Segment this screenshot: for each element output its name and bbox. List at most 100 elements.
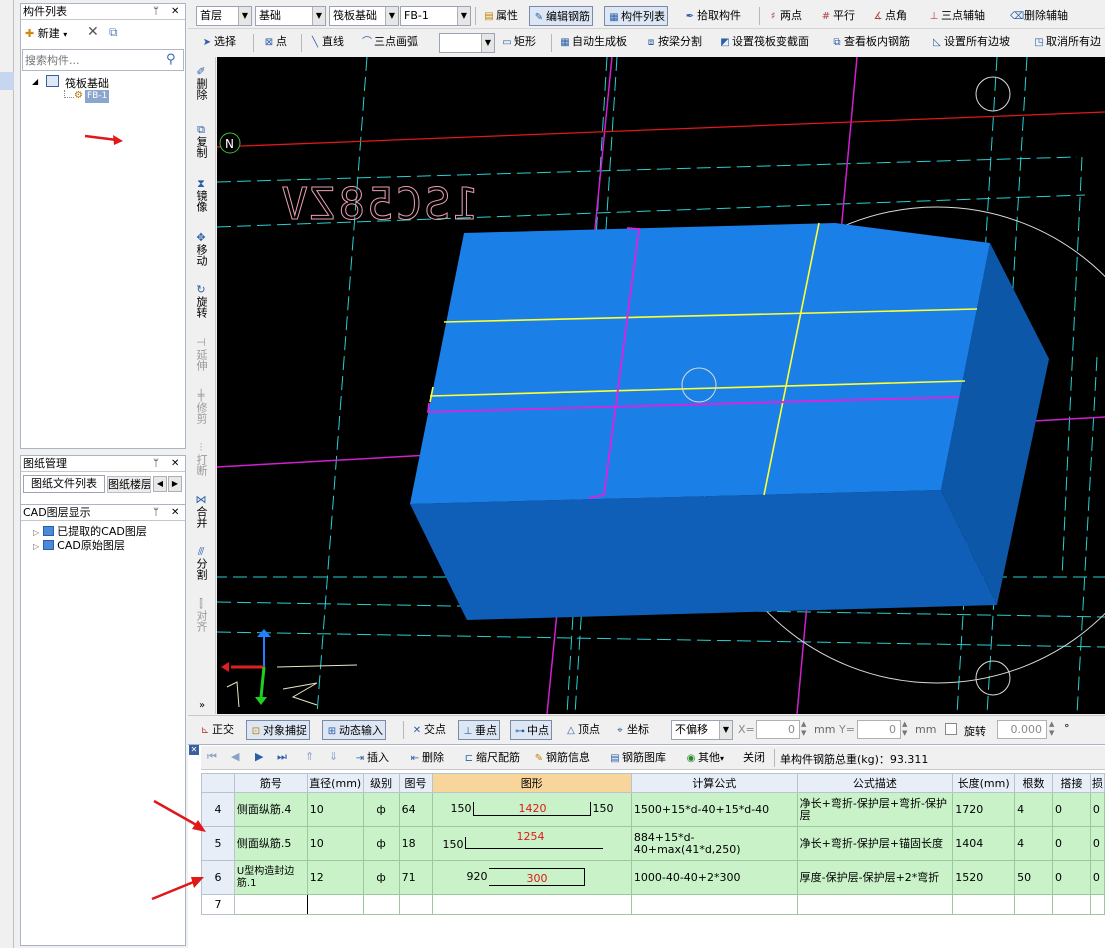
cell-formula[interactable]: 1000-40-40+2*300: [630, 860, 798, 895]
cell-loss[interactable]: 0: [1089, 792, 1105, 827]
copy-component-icon[interactable]: ⧉: [109, 25, 118, 40]
chevron-down-icon[interactable]: ▼: [312, 7, 325, 25]
pin-icon[interactable]: ᛘ: [153, 456, 159, 472]
parallel-axis-button[interactable]: # 平行: [817, 6, 857, 26]
perpendicular-snap[interactable]: ⊥ 垂点: [458, 720, 500, 740]
cell-lap[interactable]: 0: [1052, 860, 1091, 895]
intersection-snap[interactable]: ✕ 交点: [408, 720, 448, 740]
cell-loss[interactable]: 0: [1089, 860, 1105, 895]
rotate-checkbox[interactable]: [945, 723, 957, 735]
cell-loss[interactable]: [1089, 894, 1105, 915]
rotation-handle-bottom[interactable]: [975, 660, 1011, 696]
y-spinner-icon[interactable]: ▲ ▼: [902, 720, 907, 738]
search-icon[interactable]: ⚲: [166, 52, 176, 67]
cell-formula[interactable]: 1500+15*d-40+15*d-40: [630, 792, 798, 827]
table-row[interactable]: 7: [201, 894, 1105, 915]
first-record-icon[interactable]: ⏮: [207, 750, 217, 764]
cell-figure-no[interactable]: 71: [398, 860, 433, 895]
set-section-button[interactable]: ◩ 设置筏板变截面: [716, 32, 811, 52]
cell-formula[interactable]: [630, 894, 798, 915]
split-by-beam-button[interactable]: ⧈ 按梁分割: [642, 32, 704, 52]
object-snap-toggle[interactable]: ⊡ 对象捕捉: [246, 720, 310, 740]
side-tool-extend[interactable]: ⊣ 延伸: [190, 337, 212, 374]
cell-grade[interactable]: ф: [362, 860, 400, 895]
cell-length[interactable]: 1520: [952, 860, 1016, 895]
insert-row-button[interactable]: ⇥ 插入: [351, 748, 391, 768]
tree-child-fb1[interactable]: FB-1: [85, 90, 110, 103]
cell-grade[interactable]: [362, 894, 400, 915]
edit-rebar-button[interactable]: ✎ 编辑钢筋: [529, 6, 593, 26]
midpoint-snap[interactable]: ⊶ 中点: [510, 720, 552, 740]
slab-front-face[interactable]: [410, 490, 997, 620]
cell-shape[interactable]: 920 300: [431, 860, 632, 895]
layer-item-extracted[interactable]: ▷ 已提取的CAD图层: [33, 523, 147, 538]
expand-icon[interactable]: ▷: [33, 528, 39, 537]
cancel-slopes-button[interactable]: ◳ 取消所有边: [1030, 32, 1103, 52]
header-length[interactable]: 长度(mm): [952, 773, 1016, 793]
table-row[interactable]: 4 侧面纵筋.4 10 ф 64 150 1420 150 1500+15*d-…: [201, 792, 1105, 827]
side-tool-rotate[interactable]: ↻ 旋转: [190, 284, 212, 321]
close-rebar-button[interactable]: 关闭: [741, 748, 767, 768]
tab-scroll-right-icon[interactable]: ▶: [168, 476, 182, 492]
type-select[interactable]: 筏板基础 ▼: [329, 6, 399, 26]
cell-shape[interactable]: [431, 894, 632, 915]
attributes-button[interactable]: ▤ 属性: [480, 6, 520, 26]
cell-grade[interactable]: ф: [362, 792, 400, 827]
cell-diameter[interactable]: 10: [306, 826, 364, 861]
table-row[interactable]: 5 侧面纵筋.5 10 ф 18 150 1254 884+15*d-40+ma…: [201, 826, 1105, 861]
draw-arc-button[interactable]: ⌒ 三点画弧: [358, 32, 420, 52]
x-spinner-icon[interactable]: ▲ ▼: [801, 720, 806, 738]
rotate-spinner-icon[interactable]: ▲ ▼: [1049, 720, 1054, 738]
cell-lap[interactable]: [1052, 894, 1091, 915]
header-formula[interactable]: 计算公式: [630, 773, 798, 793]
cell-count[interactable]: 50: [1014, 860, 1054, 895]
cell-diameter[interactable]: [306, 894, 364, 915]
cell-name[interactable]: [233, 894, 308, 915]
last-record-icon[interactable]: ⏭: [277, 750, 287, 764]
auto-generate-button[interactable]: ▦ 自动生成板: [556, 32, 629, 52]
delete-row-button[interactable]: ⇤ 删除: [406, 748, 446, 768]
close-icon[interactable]: ✕: [171, 4, 179, 20]
cell-length[interactable]: [952, 894, 1016, 915]
slab-top-face[interactable]: [410, 223, 990, 504]
cell-grade[interactable]: ф: [362, 826, 400, 861]
cell-name[interactable]: 侧面纵筋.4: [233, 792, 308, 827]
chevron-down-icon[interactable]: ▼: [719, 721, 732, 739]
cell-shape[interactable]: 150 1420 150: [431, 792, 632, 827]
side-tool-trim[interactable]: ╪ 修剪: [190, 390, 212, 427]
header-grade[interactable]: 级别: [362, 773, 400, 793]
side-tool-merge[interactable]: ⋈ 合并: [190, 494, 212, 531]
floor-select[interactable]: 首层 ▼: [196, 6, 252, 26]
close-icon[interactable]: ✕: [171, 505, 179, 521]
cell-lap[interactable]: 0: [1052, 826, 1091, 861]
cell-count[interactable]: 4: [1014, 826, 1054, 861]
header-lap[interactable]: 搭接: [1052, 773, 1091, 793]
side-tool-break[interactable]: ⫶ 打断: [190, 442, 212, 479]
rotate-angle-input[interactable]: 0.000: [997, 720, 1047, 739]
component-select[interactable]: FB-1 ▼: [400, 6, 471, 26]
other-menu-button[interactable]: ◉ 其他▾: [682, 748, 726, 768]
side-tool-delete[interactable]: ✐ 删除: [190, 66, 212, 103]
set-slopes-button[interactable]: ◺ 设置所有边坡: [928, 32, 1012, 52]
cell-description[interactable]: 厚度-保护层-保护层+2*弯折: [796, 860, 954, 895]
chevron-down-icon[interactable]: ▼: [385, 7, 398, 25]
draw-point-button[interactable]: ⊠ 点: [260, 32, 289, 52]
header-diameter[interactable]: 直径(mm): [306, 773, 364, 793]
offset-mode-select[interactable]: 不偏移 ▼: [671, 720, 733, 740]
cell-diameter[interactable]: 10: [306, 792, 364, 827]
y-coordinate-input[interactable]: 0: [857, 720, 901, 739]
cell-length[interactable]: 1404: [952, 826, 1016, 861]
move-up-icon[interactable]: ⇑: [305, 750, 314, 763]
delete-component-icon[interactable]: ✕: [87, 24, 99, 40]
cell-formula[interactable]: 884+15*d-40+max(41*d,250): [630, 826, 798, 861]
cell-count[interactable]: [1014, 894, 1054, 915]
tree-collapse-icon[interactable]: ◢: [32, 77, 38, 86]
scale-rebar-button[interactable]: ⊏ 缩尺配筋: [460, 748, 522, 768]
close-icon[interactable]: ✕: [171, 456, 179, 472]
component-list-button[interactable]: ▦ 构件列表: [604, 6, 668, 26]
pick-component-button[interactable]: ✒ 拾取构件: [681, 6, 743, 26]
pin-icon[interactable]: ᛘ: [153, 4, 159, 20]
dynamic-input-toggle[interactable]: ⊞ 动态输入: [322, 720, 386, 740]
ortho-toggle[interactable]: ⊾ 正交: [196, 720, 236, 740]
cell-figure-no[interactable]: [398, 894, 433, 915]
